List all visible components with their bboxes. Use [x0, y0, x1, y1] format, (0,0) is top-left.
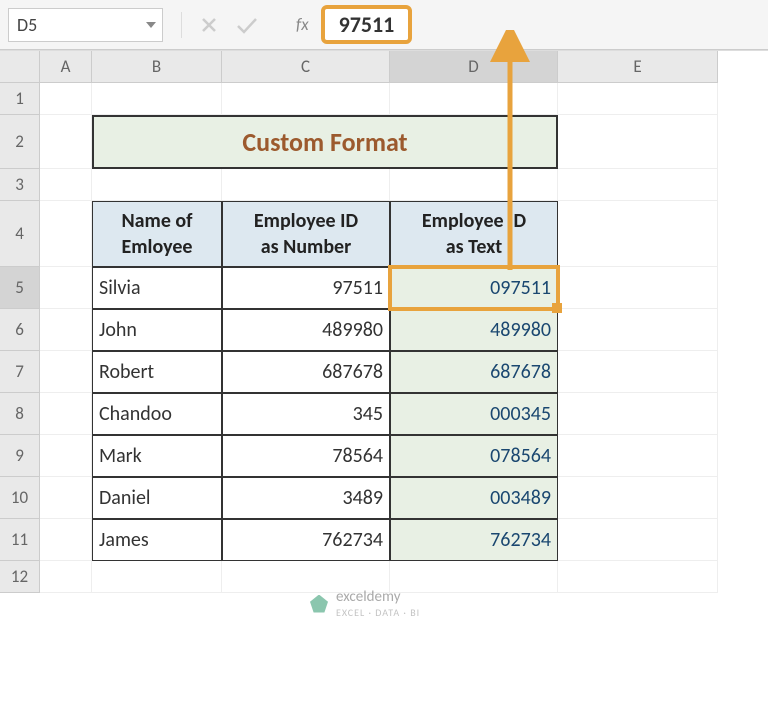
select-all-corner[interactable] — [0, 51, 40, 83]
table-cell-name[interactable]: Robert — [92, 351, 222, 393]
cell[interactable] — [558, 115, 718, 169]
row-header-4[interactable]: 4 — [0, 201, 40, 267]
row-header-1[interactable]: 1 — [0, 83, 40, 115]
col-header-D[interactable]: D — [390, 51, 558, 83]
table-header-name[interactable]: Name of Emloyee — [92, 201, 222, 267]
watermark: exceldemy EXCEL · DATA · BI — [310, 588, 420, 619]
col-header-A[interactable]: A — [40, 51, 92, 83]
table-cell-text[interactable]: 489980 — [390, 309, 558, 351]
cell[interactable] — [40, 201, 92, 267]
cell[interactable] — [92, 169, 222, 201]
row-header-7[interactable]: 7 — [0, 351, 40, 393]
table-cell-num[interactable]: 762734 — [222, 519, 390, 561]
cell[interactable] — [40, 115, 92, 169]
row-header-3[interactable]: 3 — [0, 169, 40, 201]
col-header-B[interactable]: B — [92, 51, 222, 83]
cell[interactable] — [40, 351, 92, 393]
table-cell-text[interactable]: 078564 — [390, 435, 558, 477]
title-cell[interactable]: Custom Format — [92, 115, 558, 169]
table-cell-text[interactable]: 762734 — [390, 519, 558, 561]
table-cell-num[interactable]: 97511 — [222, 267, 390, 309]
selected-cell-D5[interactable]: 097511 — [390, 267, 558, 309]
cell[interactable] — [40, 267, 92, 309]
table-cell-text[interactable]: 687678 — [390, 351, 558, 393]
name-box-value: D5 — [17, 14, 37, 36]
table-cell-num[interactable]: 489980 — [222, 309, 390, 351]
table-cell-num[interactable]: 78564 — [222, 435, 390, 477]
cell[interactable] — [558, 83, 718, 115]
cell[interactable] — [40, 435, 92, 477]
row-header-2[interactable]: 2 — [0, 115, 40, 169]
table-cell-num[interactable]: 3489 — [222, 477, 390, 519]
cell[interactable] — [222, 169, 390, 201]
cell[interactable] — [558, 519, 718, 561]
table-cell-name[interactable]: Mark — [92, 435, 222, 477]
cell[interactable] — [558, 435, 718, 477]
row-header-5[interactable]: 5 — [0, 267, 40, 309]
cell[interactable] — [40, 169, 92, 201]
table-cell-text[interactable]: 000345 — [390, 393, 558, 435]
table-header-id-num[interactable]: Employee ID as Number — [222, 201, 390, 267]
table-cell-num[interactable]: 345 — [222, 393, 390, 435]
table-cell-num[interactable]: 687678 — [222, 351, 390, 393]
cell[interactable] — [40, 393, 92, 435]
cell[interactable] — [222, 83, 390, 115]
cell[interactable] — [558, 201, 718, 267]
cell[interactable] — [558, 393, 718, 435]
cell[interactable] — [40, 561, 92, 593]
cell[interactable] — [92, 83, 222, 115]
enter-icon[interactable] — [236, 16, 258, 34]
table-cell-name[interactable]: Chandoo — [92, 393, 222, 435]
spreadsheet-grid: A B C D E 1 2 Custom Format 3 4 Name of … — [0, 50, 768, 593]
cell[interactable] — [558, 561, 718, 593]
cell[interactable] — [40, 519, 92, 561]
cell[interactable] — [558, 169, 718, 201]
formula-bar-icons: fx — [181, 12, 321, 38]
cancel-icon[interactable] — [200, 16, 218, 34]
row-header-6[interactable]: 6 — [0, 309, 40, 351]
row-header-12[interactable]: 12 — [0, 561, 40, 593]
cell[interactable] — [390, 83, 558, 115]
cell[interactable] — [558, 351, 718, 393]
cell[interactable] — [40, 309, 92, 351]
formula-input-wrap[interactable]: 97511 — [321, 5, 413, 44]
row-header-8[interactable]: 8 — [0, 393, 40, 435]
logo-icon — [310, 595, 328, 613]
table-cell-name[interactable]: Daniel — [92, 477, 222, 519]
formula-bar: D5 fx 97511 — [0, 0, 768, 50]
name-box[interactable]: D5 — [8, 8, 163, 42]
fx-icon[interactable]: fx — [296, 14, 309, 35]
watermark-sub: EXCEL · DATA · BI — [336, 606, 420, 619]
formula-value-highlight: 97511 — [321, 5, 413, 44]
divider — [181, 12, 182, 38]
cell[interactable] — [558, 267, 718, 309]
table-cell-name[interactable]: John — [92, 309, 222, 351]
col-header-E[interactable]: E — [558, 51, 718, 83]
cell[interactable] — [558, 309, 718, 351]
watermark-brand: exceldemy — [336, 588, 420, 606]
table-cell-name[interactable]: Silvia — [92, 267, 222, 309]
col-header-C[interactable]: C — [222, 51, 390, 83]
cell[interactable] — [390, 169, 558, 201]
row-header-9[interactable]: 9 — [0, 435, 40, 477]
cell[interactable] — [92, 561, 222, 593]
table-cell-text[interactable]: 003489 — [390, 477, 558, 519]
row-header-10[interactable]: 10 — [0, 477, 40, 519]
row-header-11[interactable]: 11 — [0, 519, 40, 561]
table-cell-name[interactable]: James — [92, 519, 222, 561]
cell[interactable] — [40, 83, 92, 115]
cell[interactable] — [40, 477, 92, 519]
table-header-id-text[interactable]: Employee ID as Text — [390, 201, 558, 267]
cell[interactable] — [558, 477, 718, 519]
chevron-down-icon[interactable] — [146, 22, 156, 28]
